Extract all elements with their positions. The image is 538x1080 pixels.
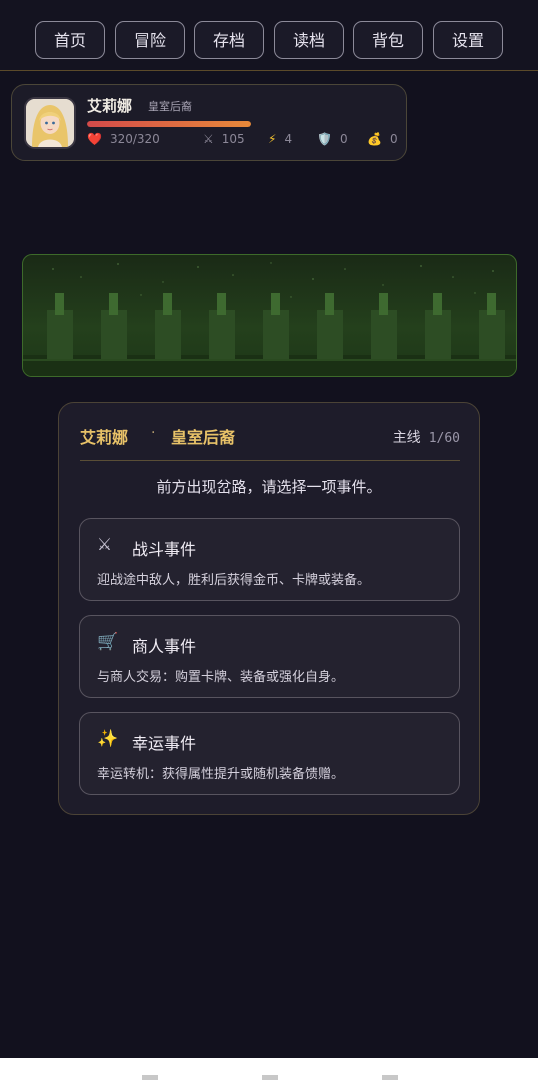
progress-value: 1/60 (428, 431, 460, 446)
hp-bar-fill (87, 121, 251, 127)
player-title: 皇室后裔 (148, 100, 192, 113)
heart-icon: ❤️ (87, 132, 102, 146)
sparkles-icon: ✨ (97, 729, 119, 749)
event-description: 幸运转机：获得属性提升或随机装备馈赠。 (97, 767, 345, 782)
bottom-mark (262, 1075, 278, 1080)
defense-stat: 🛡️ 0 (317, 132, 348, 146)
top-nav: 首页 冒险 存档 读档 背包 设置 (0, 0, 538, 71)
luck-event-option[interactable]: ✨ 幸运事件 幸运转机：获得属性提升或随机装备馈赠。 (79, 712, 460, 795)
lightning-icon: ⚡ (268, 132, 277, 146)
forest-scene (22, 254, 517, 377)
crossed-swords-icon: ⚔ (203, 132, 214, 146)
card-divider (80, 460, 460, 461)
event-name: 商人事件 (132, 637, 197, 656)
event-card: 艾莉娜 · 皇室后裔 主线 1/60 前方出现岔路，请选择一项事件。 ⚔ 战斗事件… (58, 402, 480, 815)
hp-value: 320/320 (109, 132, 160, 146)
money-bag-icon: 💰 (367, 132, 382, 146)
crossed-swords-icon: ⚔ (97, 535, 113, 555)
defense-value: 0 (339, 132, 348, 146)
event-name: 战斗事件 (132, 540, 197, 559)
forest-illustration (23, 262, 516, 376)
game-screen: 首页 冒险 存档 读档 背包 设置 艾莉娜 皇室后裔 ❤️ 320/320 ⚔ … (0, 0, 538, 1058)
event-name: 幸运事件 (132, 734, 197, 753)
player-name: 艾莉娜 (87, 97, 133, 115)
nav-settings-button[interactable]: 设置 (433, 21, 503, 59)
nav-load-button[interactable]: 读档 (274, 21, 344, 59)
attack-stat: ⚔ 105 (203, 132, 245, 146)
chapter-progress: 主线 1/60 (393, 427, 460, 447)
bottom-mark (382, 1075, 398, 1080)
progress-label: 主线 (392, 430, 421, 446)
event-description: 与商人交易：购置卡牌、装备或强化自身。 (97, 670, 345, 685)
nav-adventure-button[interactable]: 冒险 (115, 21, 185, 59)
hp-stat: ❤️ 320/320 (87, 132, 160, 146)
avatar (26, 99, 74, 147)
nav-save-button[interactable]: 存档 (194, 21, 264, 59)
shopping-cart-icon: 🛒 (97, 632, 119, 652)
nav-home-button[interactable]: 首页 (35, 21, 105, 59)
shield-icon: 🛡️ (317, 132, 332, 146)
hp-bar (87, 121, 251, 127)
card-separator: · (151, 425, 156, 441)
card-hero-name: 艾莉娜 (80, 428, 129, 447)
energy-value: 4 (284, 132, 293, 146)
bottom-mark (142, 1075, 158, 1080)
nav-inventory-button[interactable]: 背包 (353, 21, 423, 59)
energy-stat: ⚡ 4 (268, 132, 292, 146)
battle-event-option[interactable]: ⚔ 战斗事件 迎战途中敌人，胜利后获得金币、卡牌或装备。 (79, 518, 460, 601)
gold-value: 0 (389, 132, 398, 146)
event-description: 迎战途中敌人，胜利后获得金币、卡牌或装备。 (97, 573, 371, 588)
gold-stat: 💰 0 (367, 132, 398, 146)
attack-value: 105 (221, 132, 245, 146)
card-hero-title: 皇室后裔 (171, 428, 236, 447)
event-prompt: 前方出现岔路，请选择一项事件。 (156, 478, 382, 496)
player-panel: 艾莉娜 皇室后裔 ❤️ 320/320 ⚔ 105 ⚡ 4 🛡️ 0 💰 0 (11, 84, 407, 161)
bottom-bar (0, 1058, 538, 1080)
merchant-event-option[interactable]: 🛒 商人事件 与商人交易：购置卡牌、装备或强化自身。 (79, 615, 460, 698)
